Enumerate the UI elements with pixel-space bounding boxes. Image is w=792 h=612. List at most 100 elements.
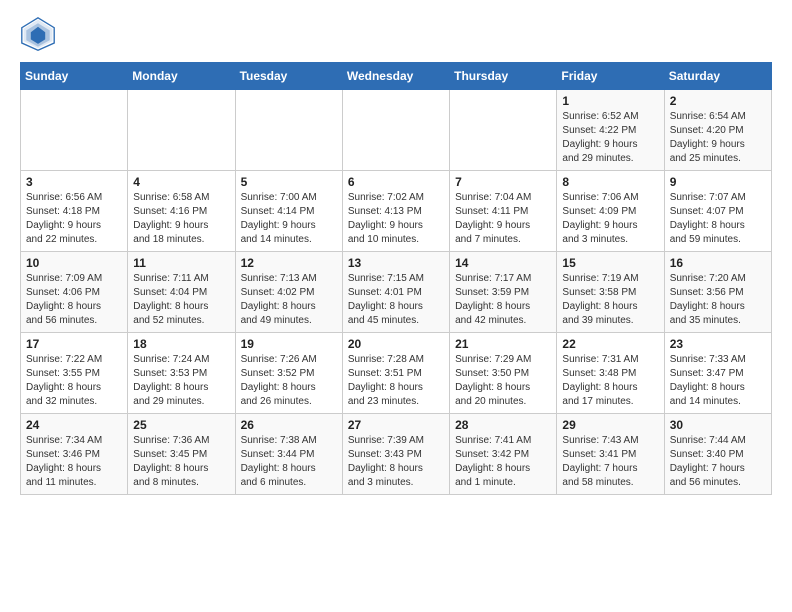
calendar-empty-cell xyxy=(21,90,128,171)
calendar-day-22: 22 Sunrise: 7:31 AM Sunset: 3:48 PM Dayli… xyxy=(557,333,664,414)
logo-icon xyxy=(20,16,56,52)
calendar-day-1: 1 Sunrise: 6:52 AM Sunset: 4:22 PM Daylig… xyxy=(557,90,664,171)
day-info: Sunrise: 7:41 AM Sunset: 3:42 PM Dayligh… xyxy=(455,434,551,490)
calendar-day-11: 11 Sunrise: 7:11 AM Sunset: 4:04 PM Dayli… xyxy=(128,252,235,333)
calendar-weekday-wednesday: Wednesday xyxy=(342,63,449,90)
calendar-day-13: 13Sunrise: 7:15 AM Sunset: 4:01 PM Dayli… xyxy=(342,252,449,333)
day-info: Sunrise: 7:17 AM Sunset: 3:59 PM Dayligh… xyxy=(455,272,551,328)
day-info: Sunrise: 7:20 AM Sunset: 3:56 PM Dayligh… xyxy=(670,272,766,328)
calendar-day-14: 14 Sunrise: 7:17 AM Sunset: 3:59 PM Dayli… xyxy=(450,252,557,333)
calendar-day-9: 9Sunrise: 7:07 AM Sunset: 4:07 PM Daylig… xyxy=(664,171,771,252)
day-number: 18 xyxy=(133,337,229,351)
day-info: Sunrise: 6:58 AM Sunset: 4:16 PM Dayligh… xyxy=(133,191,229,247)
calendar-day-23: 23 Sunrise: 7:33 AM Sunset: 3:47 PM Dayli… xyxy=(664,333,771,414)
day-number: 15 xyxy=(562,256,658,270)
calendar-week-3: 10 Sunrise: 7:09 AM Sunset: 4:06 PM Dayli… xyxy=(21,252,772,333)
day-number: 24 xyxy=(26,418,122,432)
day-info: Sunrise: 7:06 AM Sunset: 4:09 PM Dayligh… xyxy=(562,191,658,247)
day-number: 19 xyxy=(241,337,337,351)
day-number: 20 xyxy=(348,337,444,351)
calendar-weekday-saturday: Saturday xyxy=(664,63,771,90)
day-number: 25 xyxy=(133,418,229,432)
calendar-week-4: 17 Sunrise: 7:22 AM Sunset: 3:55 PM Dayli… xyxy=(21,333,772,414)
calendar-day-24: 24 Sunrise: 7:34 AM Sunset: 3:46 PM Dayli… xyxy=(21,414,128,495)
day-number: 3 xyxy=(26,175,122,189)
day-number: 28 xyxy=(455,418,551,432)
day-number: 8 xyxy=(562,175,658,189)
day-number: 2 xyxy=(670,94,766,108)
day-number: 10 xyxy=(26,256,122,270)
day-info: Sunrise: 7:28 AM Sunset: 3:51 PM Dayligh… xyxy=(348,353,444,409)
day-info: Sunrise: 7:22 AM Sunset: 3:55 PM Dayligh… xyxy=(26,353,122,409)
day-number: 9 xyxy=(670,175,766,189)
day-info: Sunrise: 7:36 AM Sunset: 3:45 PM Dayligh… xyxy=(133,434,229,490)
day-number: 21 xyxy=(455,337,551,351)
day-number: 22 xyxy=(562,337,658,351)
day-number: 12 xyxy=(241,256,337,270)
day-number: 16 xyxy=(670,256,766,270)
day-info: Sunrise: 7:29 AM Sunset: 3:50 PM Dayligh… xyxy=(455,353,551,409)
calendar-day-16: 16 Sunrise: 7:20 AM Sunset: 3:56 PM Dayli… xyxy=(664,252,771,333)
calendar-day-21: 21 Sunrise: 7:29 AM Sunset: 3:50 PM Dayli… xyxy=(450,333,557,414)
calendar-weekday-thursday: Thursday xyxy=(450,63,557,90)
day-number: 4 xyxy=(133,175,229,189)
calendar-weekday-tuesday: Tuesday xyxy=(235,63,342,90)
calendar-weekday-monday: Monday xyxy=(128,63,235,90)
calendar-header-row: SundayMondayTuesdayWednesdayThursdayFrid… xyxy=(21,63,772,90)
calendar-weekday-sunday: Sunday xyxy=(21,63,128,90)
day-number: 29 xyxy=(562,418,658,432)
calendar-day-25: 25 Sunrise: 7:36 AM Sunset: 3:45 PM Dayli… xyxy=(128,414,235,495)
calendar-day-28: 28 Sunrise: 7:41 AM Sunset: 3:42 PM Dayli… xyxy=(450,414,557,495)
calendar-day-2: 2 Sunrise: 6:54 AM Sunset: 4:20 PM Daylig… xyxy=(664,90,771,171)
day-info: Sunrise: 7:24 AM Sunset: 3:53 PM Dayligh… xyxy=(133,353,229,409)
calendar-empty-cell xyxy=(450,90,557,171)
calendar-week-5: 24 Sunrise: 7:34 AM Sunset: 3:46 PM Dayli… xyxy=(21,414,772,495)
day-info: Sunrise: 7:39 AM Sunset: 3:43 PM Dayligh… xyxy=(348,434,444,490)
day-number: 27 xyxy=(348,418,444,432)
day-info: Sunrise: 7:19 AM Sunset: 3:58 PM Dayligh… xyxy=(562,272,658,328)
day-info: Sunrise: 7:11 AM Sunset: 4:04 PM Dayligh… xyxy=(133,272,229,328)
calendar-day-18: 18 Sunrise: 7:24 AM Sunset: 3:53 PM Dayli… xyxy=(128,333,235,414)
day-number: 30 xyxy=(670,418,766,432)
calendar-week-2: 3Sunrise: 6:56 AM Sunset: 4:18 PM Daylig… xyxy=(21,171,772,252)
calendar-empty-cell xyxy=(128,90,235,171)
day-info: Sunrise: 7:38 AM Sunset: 3:44 PM Dayligh… xyxy=(241,434,337,490)
calendar-table: SundayMondayTuesdayWednesdayThursdayFrid… xyxy=(20,62,772,495)
header xyxy=(20,16,772,52)
calendar-day-26: 26Sunrise: 7:38 AM Sunset: 3:44 PM Dayli… xyxy=(235,414,342,495)
calendar-day-27: 27 Sunrise: 7:39 AM Sunset: 3:43 PM Dayli… xyxy=(342,414,449,495)
day-info: Sunrise: 7:02 AM Sunset: 4:13 PM Dayligh… xyxy=(348,191,444,247)
page: SundayMondayTuesdayWednesdayThursdayFrid… xyxy=(0,0,792,612)
day-number: 14 xyxy=(455,256,551,270)
day-number: 11 xyxy=(133,256,229,270)
day-number: 6 xyxy=(348,175,444,189)
day-info: Sunrise: 7:31 AM Sunset: 3:48 PM Dayligh… xyxy=(562,353,658,409)
calendar-day-6: 6 Sunrise: 7:02 AM Sunset: 4:13 PM Daylig… xyxy=(342,171,449,252)
day-info: Sunrise: 7:00 AM Sunset: 4:14 PM Dayligh… xyxy=(241,191,337,247)
day-info: Sunrise: 7:33 AM Sunset: 3:47 PM Dayligh… xyxy=(670,353,766,409)
calendar-day-20: 20 Sunrise: 7:28 AM Sunset: 3:51 PM Dayli… xyxy=(342,333,449,414)
calendar-day-4: 4 Sunrise: 6:58 AM Sunset: 4:16 PM Daylig… xyxy=(128,171,235,252)
day-info: Sunrise: 6:54 AM Sunset: 4:20 PM Dayligh… xyxy=(670,110,766,166)
calendar-day-12: 12Sunrise: 7:13 AM Sunset: 4:02 PM Dayli… xyxy=(235,252,342,333)
calendar-day-8: 8 Sunrise: 7:06 AM Sunset: 4:09 PM Daylig… xyxy=(557,171,664,252)
day-number: 17 xyxy=(26,337,122,351)
day-info: Sunrise: 7:34 AM Sunset: 3:46 PM Dayligh… xyxy=(26,434,122,490)
day-info: Sunrise: 7:43 AM Sunset: 3:41 PM Dayligh… xyxy=(562,434,658,490)
calendar-day-30: 30 Sunrise: 7:44 AM Sunset: 3:40 PM Dayli… xyxy=(664,414,771,495)
calendar-day-5: 5 Sunrise: 7:00 AM Sunset: 4:14 PM Daylig… xyxy=(235,171,342,252)
day-info: Sunrise: 7:15 AM Sunset: 4:01 PM Dayligh… xyxy=(348,272,444,328)
day-number: 1 xyxy=(562,94,658,108)
day-number: 23 xyxy=(670,337,766,351)
day-number: 5 xyxy=(241,175,337,189)
calendar-day-29: 29 Sunrise: 7:43 AM Sunset: 3:41 PM Dayli… xyxy=(557,414,664,495)
calendar-day-10: 10 Sunrise: 7:09 AM Sunset: 4:06 PM Dayli… xyxy=(21,252,128,333)
calendar-day-19: 19Sunrise: 7:26 AM Sunset: 3:52 PM Dayli… xyxy=(235,333,342,414)
day-info: Sunrise: 7:44 AM Sunset: 3:40 PM Dayligh… xyxy=(670,434,766,490)
calendar-empty-cell xyxy=(235,90,342,171)
calendar-day-17: 17 Sunrise: 7:22 AM Sunset: 3:55 PM Dayli… xyxy=(21,333,128,414)
calendar-week-1: 1 Sunrise: 6:52 AM Sunset: 4:22 PM Daylig… xyxy=(21,90,772,171)
day-info: Sunrise: 7:09 AM Sunset: 4:06 PM Dayligh… xyxy=(26,272,122,328)
day-info: Sunrise: 6:52 AM Sunset: 4:22 PM Dayligh… xyxy=(562,110,658,166)
day-info: Sunrise: 7:04 AM Sunset: 4:11 PM Dayligh… xyxy=(455,191,551,247)
